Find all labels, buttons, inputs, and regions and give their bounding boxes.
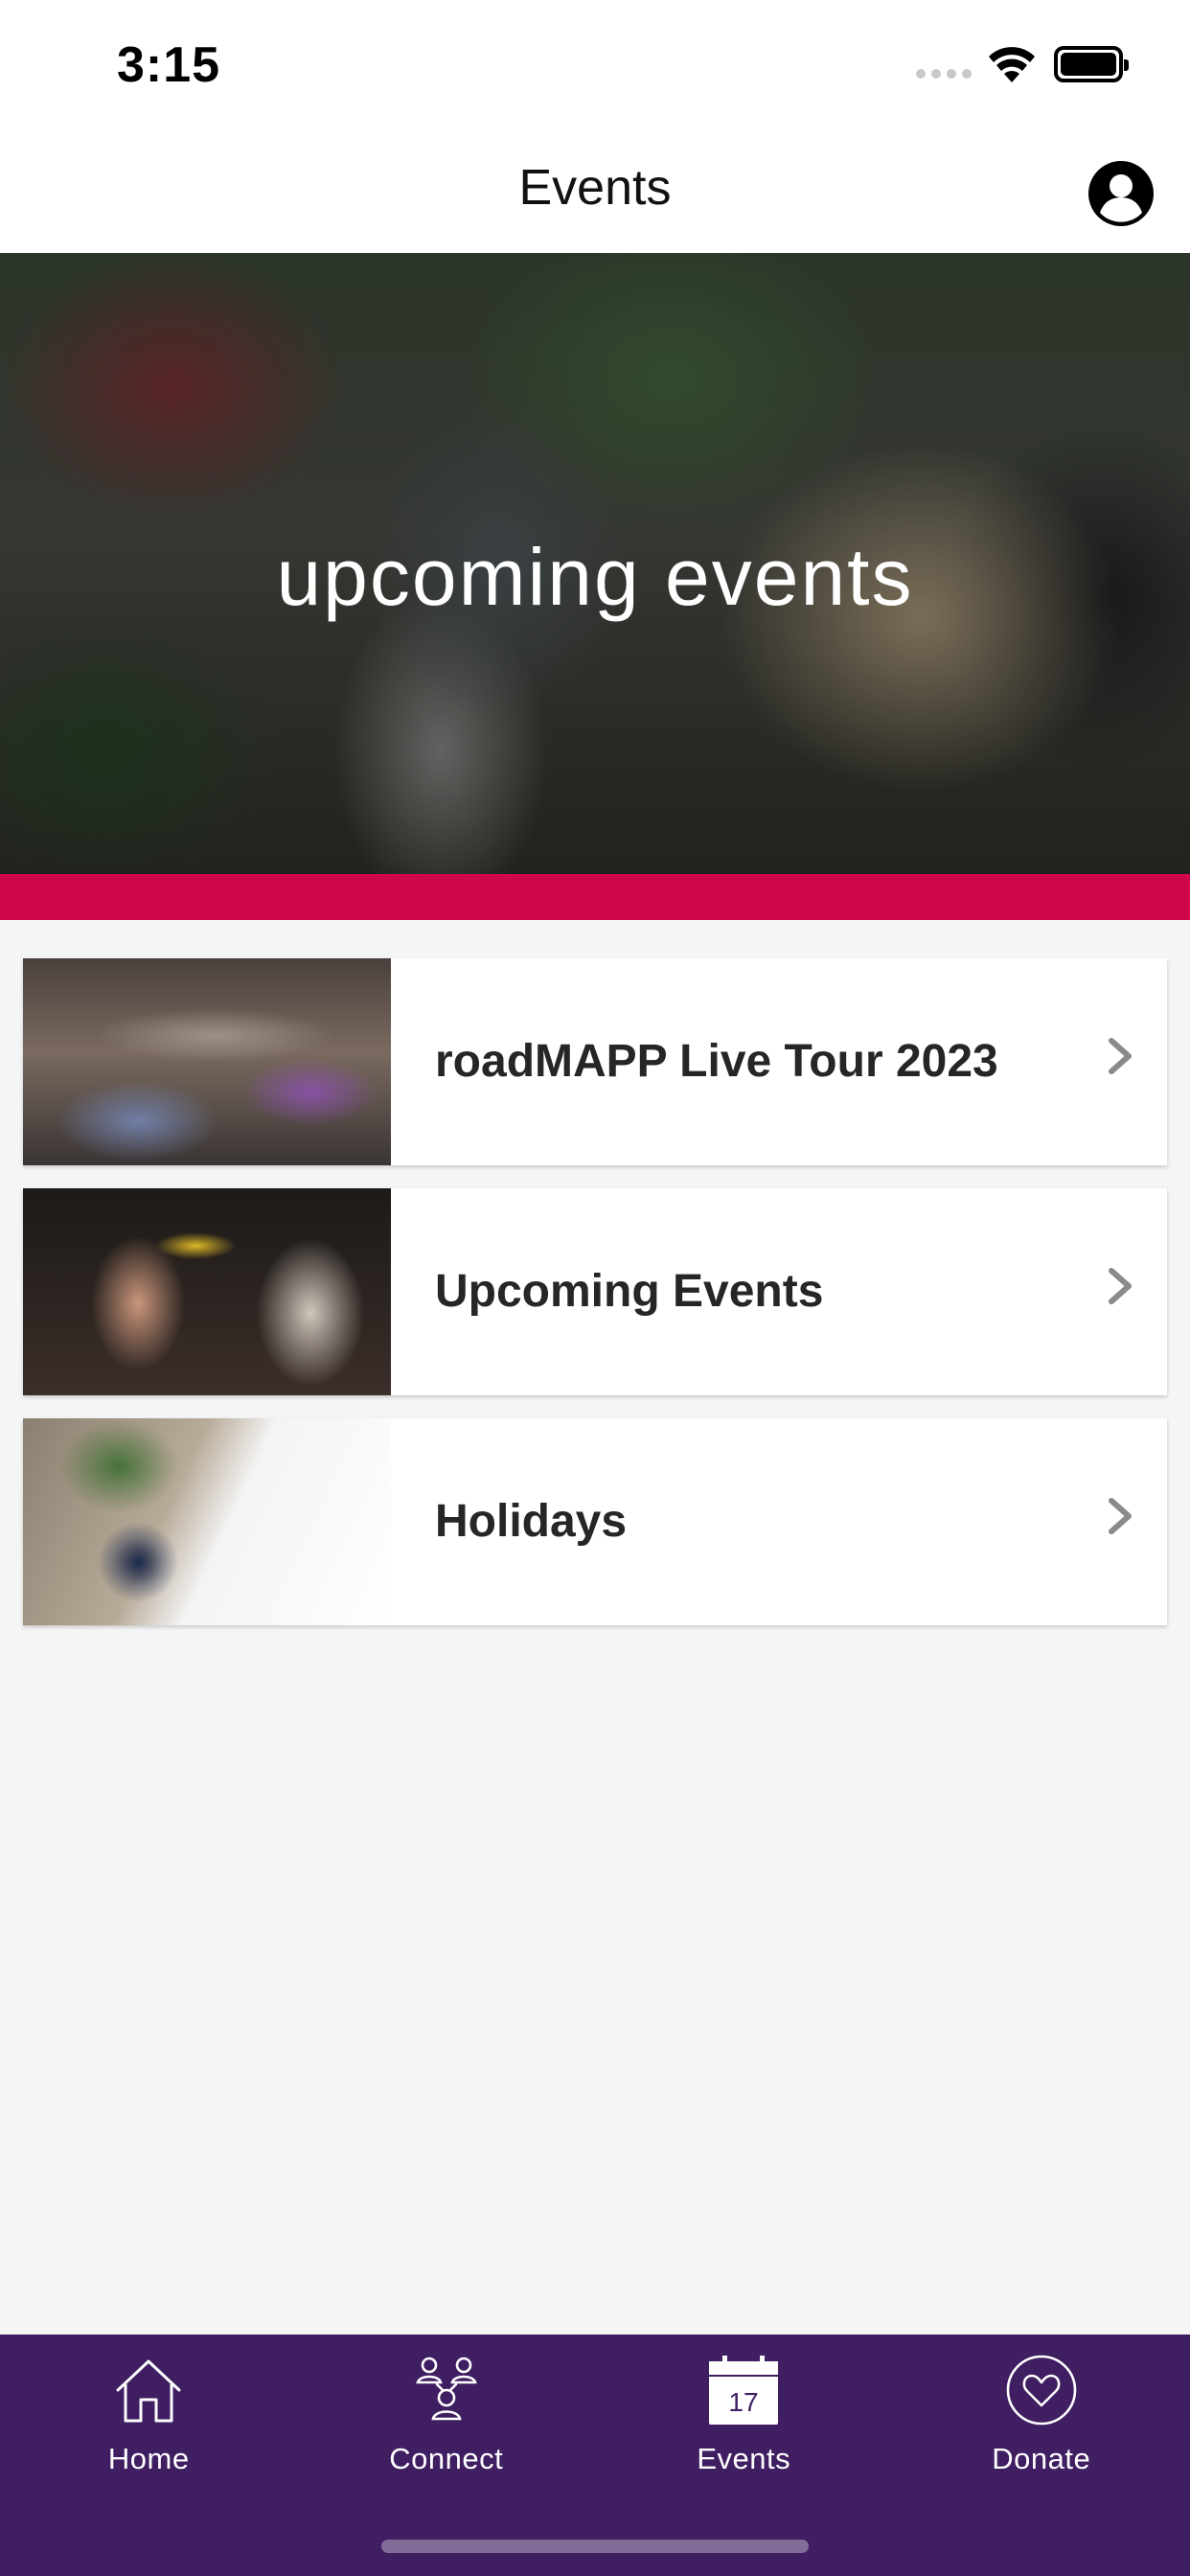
home-icon	[116, 2359, 181, 2423]
people-icon	[416, 2357, 477, 2421]
event-thumbnail	[23, 1418, 391, 1625]
chevron-right-icon	[1109, 1268, 1132, 1304]
tab-home-label: Home	[107, 2442, 190, 2475]
event-thumbnail	[23, 1188, 391, 1395]
page-title: Events	[518, 160, 672, 216]
status-time: 3:15	[117, 37, 221, 93]
events-screen: 3:15 Events upcoming events roadMAPP Liv…	[0, 0, 1190, 2576]
event-item-upcoming-events[interactable]: Upcoming Events	[23, 1188, 1167, 1395]
tab-events-label: Events	[697, 2442, 791, 2475]
battery-icon	[1054, 46, 1129, 82]
navigation-header: Events	[0, 130, 1190, 253]
cellular-signal-icon	[916, 69, 972, 79]
hero-accent-stripe	[0, 874, 1190, 920]
tab-events[interactable]: 17 Events	[595, 2334, 893, 2488]
hero-banner: upcoming events	[0, 253, 1190, 874]
chevron-right-icon	[1109, 1498, 1132, 1534]
event-title: roadMAPP Live Tour 2023	[435, 1036, 998, 1087]
heart-icon	[1006, 2355, 1077, 2426]
event-item-roadmapp-live-tour[interactable]: roadMAPP Live Tour 2023	[23, 958, 1167, 1165]
tab-donate[interactable]: Donate	[893, 2334, 1190, 2488]
tab-connect-label: Connect	[389, 2442, 504, 2475]
home-indicator[interactable]	[381, 2540, 809, 2553]
event-title: Holidays	[435, 1496, 628, 1547]
calendar-day-label: 17	[729, 2387, 759, 2417]
event-list: roadMAPP Live Tour 2023 Upcoming Events …	[23, 958, 1167, 1648]
person-circle-icon[interactable]	[1087, 159, 1156, 228]
tab-home[interactable]: Home	[0, 2334, 298, 2488]
wifi-icon	[989, 47, 1035, 82]
event-title: Upcoming Events	[435, 1266, 824, 1317]
tab-connect[interactable]: Connect	[298, 2334, 596, 2488]
status-bar: 3:15	[0, 0, 1190, 130]
tab-donate-label: Donate	[992, 2442, 1091, 2475]
hero-title: upcoming events	[276, 532, 914, 622]
event-thumbnail	[23, 958, 391, 1165]
event-item-holidays[interactable]: Holidays	[23, 1418, 1167, 1625]
chevron-right-icon	[1109, 1038, 1132, 1074]
calendar-icon: 17	[709, 2356, 779, 2425]
